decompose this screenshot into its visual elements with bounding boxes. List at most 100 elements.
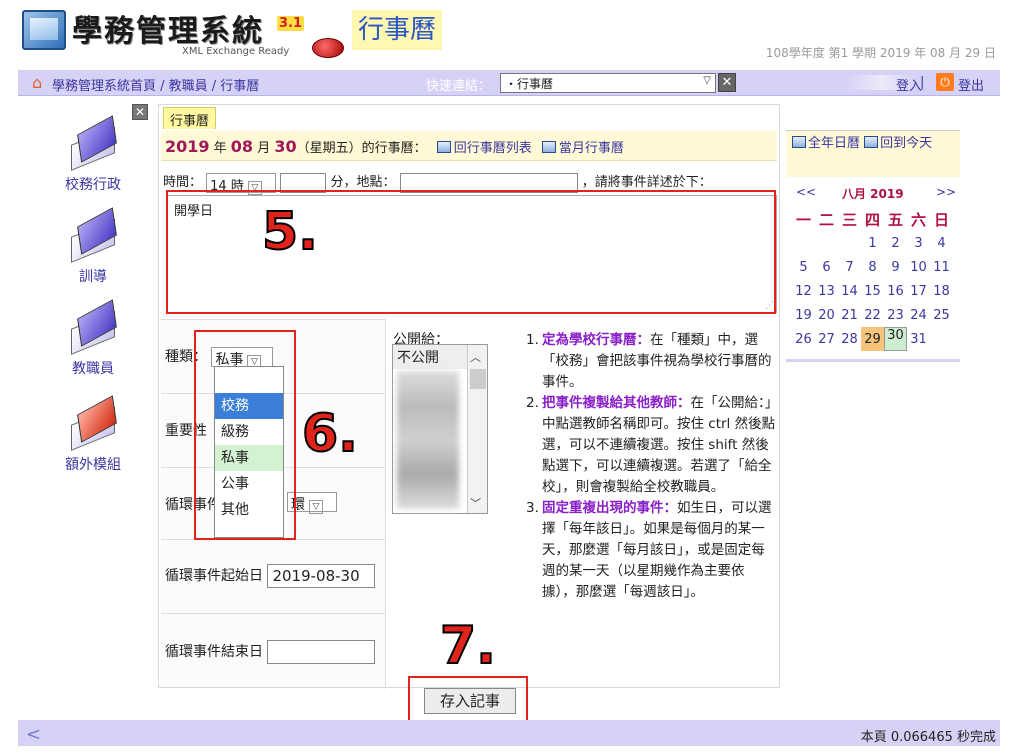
back-arrow-icon[interactable]: <: [26, 724, 41, 745]
calendar-icon: [864, 136, 879, 148]
calendar-day[interactable]: 10: [907, 255, 930, 279]
quick-link-select[interactable]: ・行事曆 ▽: [500, 73, 716, 93]
step-number-5: 5.: [261, 202, 319, 262]
calendar-day[interactable]: 19: [792, 303, 815, 327]
note-item: 2. 把事件複製給其他教師：在「公開給：」中點選教師名稱即可。按住 ctrl 然後…: [526, 393, 776, 498]
start-date-row: 循環事件起始日 2019-08-30: [161, 539, 385, 613]
minute-location-label: 分，地點：: [330, 175, 396, 190]
calendar-day: [815, 231, 838, 255]
quick-link-value: ・行事曆: [505, 77, 554, 91]
calendar-day[interactable]: 15: [861, 279, 884, 303]
back-to-list-link[interactable]: 回行事曆列表: [454, 141, 532, 156]
prev-month-link[interactable]: <<: [796, 185, 816, 199]
power-icon[interactable]: ⏻: [936, 73, 954, 91]
calendar-day[interactable]: 23: [884, 303, 907, 327]
calendar-day[interactable]: 9: [884, 255, 907, 279]
calendar-day[interactable]: 1: [861, 231, 884, 255]
note-number: 3.: [526, 500, 539, 516]
close-icon[interactable]: ✕: [718, 73, 736, 92]
mouse-icon: [312, 38, 344, 58]
calendar-day[interactable]: 24: [907, 303, 930, 327]
chevron-up-icon[interactable]: ︿: [470, 349, 481, 365]
sidebar-item-admin[interactable]: 校務行政: [38, 115, 148, 194]
close-icon[interactable]: ✕: [132, 104, 148, 120]
sidebar: ✕ 校務行政 訓導 教職員 額外模組: [18, 96, 154, 720]
calendar-day[interactable]: 26: [792, 327, 815, 351]
sidebar-item-label: 校務行政: [65, 177, 121, 193]
calendar-day[interactable]: 28: [838, 327, 861, 351]
calendar-day[interactable]: 8: [861, 255, 884, 279]
calendar-day[interactable]: 31: [907, 327, 930, 351]
note-number: 1.: [526, 332, 539, 348]
note-heading: 定為學校行事曆：: [542, 332, 650, 348]
note-heading: 固定重複出現的事件：: [542, 500, 677, 516]
calendar-day[interactable]: 16: [884, 279, 907, 303]
start-date-input[interactable]: 2019-08-30: [267, 564, 376, 588]
system-subtitle: XML Exchange Ready: [182, 46, 290, 57]
calendar-day[interactable]: 27: [815, 327, 838, 351]
sidebar-item-staff[interactable]: 教職員: [38, 299, 148, 378]
calendar-day[interactable]: 6: [815, 255, 838, 279]
sidebar-item-label: 額外模組: [65, 457, 121, 473]
sidebar-item-discipline[interactable]: 訓導: [38, 207, 148, 286]
note-number: 2.: [526, 395, 539, 411]
calendar-day[interactable]: 7: [838, 255, 861, 279]
calendar-day[interactable]: 12: [792, 279, 815, 303]
calendar-day[interactable]: 13: [815, 279, 838, 303]
calendar-day[interactable]: 3: [907, 231, 930, 255]
start-date-label: 循環事件起始日: [165, 568, 263, 584]
calendar-icon: [792, 136, 806, 148]
calendar-day[interactable]: 22: [861, 303, 884, 327]
scrollbar[interactable]: ︿ ﹀: [467, 345, 487, 513]
calendar-day[interactable]: 11: [930, 255, 953, 279]
tab-calendar[interactable]: 行事曆: [163, 107, 217, 129]
login-link[interactable]: 登入: [896, 75, 922, 94]
weekday-header: 五: [887, 210, 903, 229]
next-month-link[interactable]: >>: [936, 185, 956, 199]
sidebar-item-label: 訓導: [79, 269, 107, 285]
sidebar-item-extra-modules[interactable]: 額外模組: [38, 395, 148, 474]
calendar-day[interactable]: 14: [838, 279, 861, 303]
time-label: 時間：: [163, 175, 203, 190]
header: 學務管理系統 3.1 XML Exchange Ready 行事曆 108學年度…: [0, 0, 1014, 70]
version-badge: 3.1: [277, 16, 305, 31]
logout-link[interactable]: 登出: [958, 75, 984, 94]
breadcrumb[interactable]: 學務管理系統首頁 / 教職員 / 行事曆: [52, 75, 259, 94]
calendar-day[interactable]: 17: [907, 279, 930, 303]
mini-calendar: 全年日曆 回到今天 << 八月 2019 >> 一 二 三 四 五 六 日 12…: [786, 130, 960, 362]
scrollbar-thumb[interactable]: [470, 369, 486, 389]
list-icon: [436, 141, 451, 153]
home-icon[interactable]: ⌂: [32, 73, 42, 92]
calendar-day: [930, 327, 953, 351]
calendar-icon: [541, 141, 556, 153]
title-text-month: 月: [253, 141, 275, 156]
calendar-day[interactable]: 18: [930, 279, 953, 303]
end-date-label: 循環事件結束日: [165, 644, 263, 660]
back-to-today-link[interactable]: 回到今天: [880, 136, 932, 151]
event-title-bar: 2019 年 08 月 30（星期五）的行事曆： 回行事曆列表 當月行事曆: [161, 131, 777, 161]
calendar-day[interactable]: 20: [815, 303, 838, 327]
calendar-day[interactable]: 21: [838, 303, 861, 327]
calendar-day[interactable]: 25: [930, 303, 953, 327]
year-calendar-link[interactable]: 全年日曆: [808, 136, 860, 151]
chevron-down-icon[interactable]: ﹀: [470, 495, 481, 511]
public-to-listbox[interactable]: 不公開 ︿ ﹀: [392, 344, 488, 514]
time-location-row: 時間： 14 時 ▽ 分，地點： ，請將事件詳述於下：: [163, 171, 777, 195]
end-date-row: 循環事件結束日: [161, 613, 385, 687]
calendar-day[interactable]: 5: [792, 255, 815, 279]
highlight-box-type: [194, 330, 296, 540]
end-date-input[interactable]: [267, 640, 376, 664]
calendar-day[interactable]: 2: [884, 231, 907, 255]
page-load-status: 本頁 0.066465 秒完成: [860, 730, 996, 745]
weekday-header: 一: [795, 210, 811, 229]
system-logo[interactable]: 學務管理系統 3.1 XML Exchange Ready: [22, 2, 352, 66]
calendar-header: 全年日曆 回到今天: [786, 131, 960, 177]
calendar-day[interactable]: 29: [861, 327, 884, 351]
month-calendar-link[interactable]: 當月行事曆: [559, 141, 624, 156]
title-year: 2019: [165, 137, 210, 156]
title-text-day: （星期五）的行事曆：: [296, 141, 427, 156]
calendar-day[interactable]: 30: [884, 327, 907, 351]
calendar-day[interactable]: 4: [930, 231, 953, 255]
teacher-names-blurred: [397, 371, 459, 509]
folder-icon: [65, 115, 121, 171]
